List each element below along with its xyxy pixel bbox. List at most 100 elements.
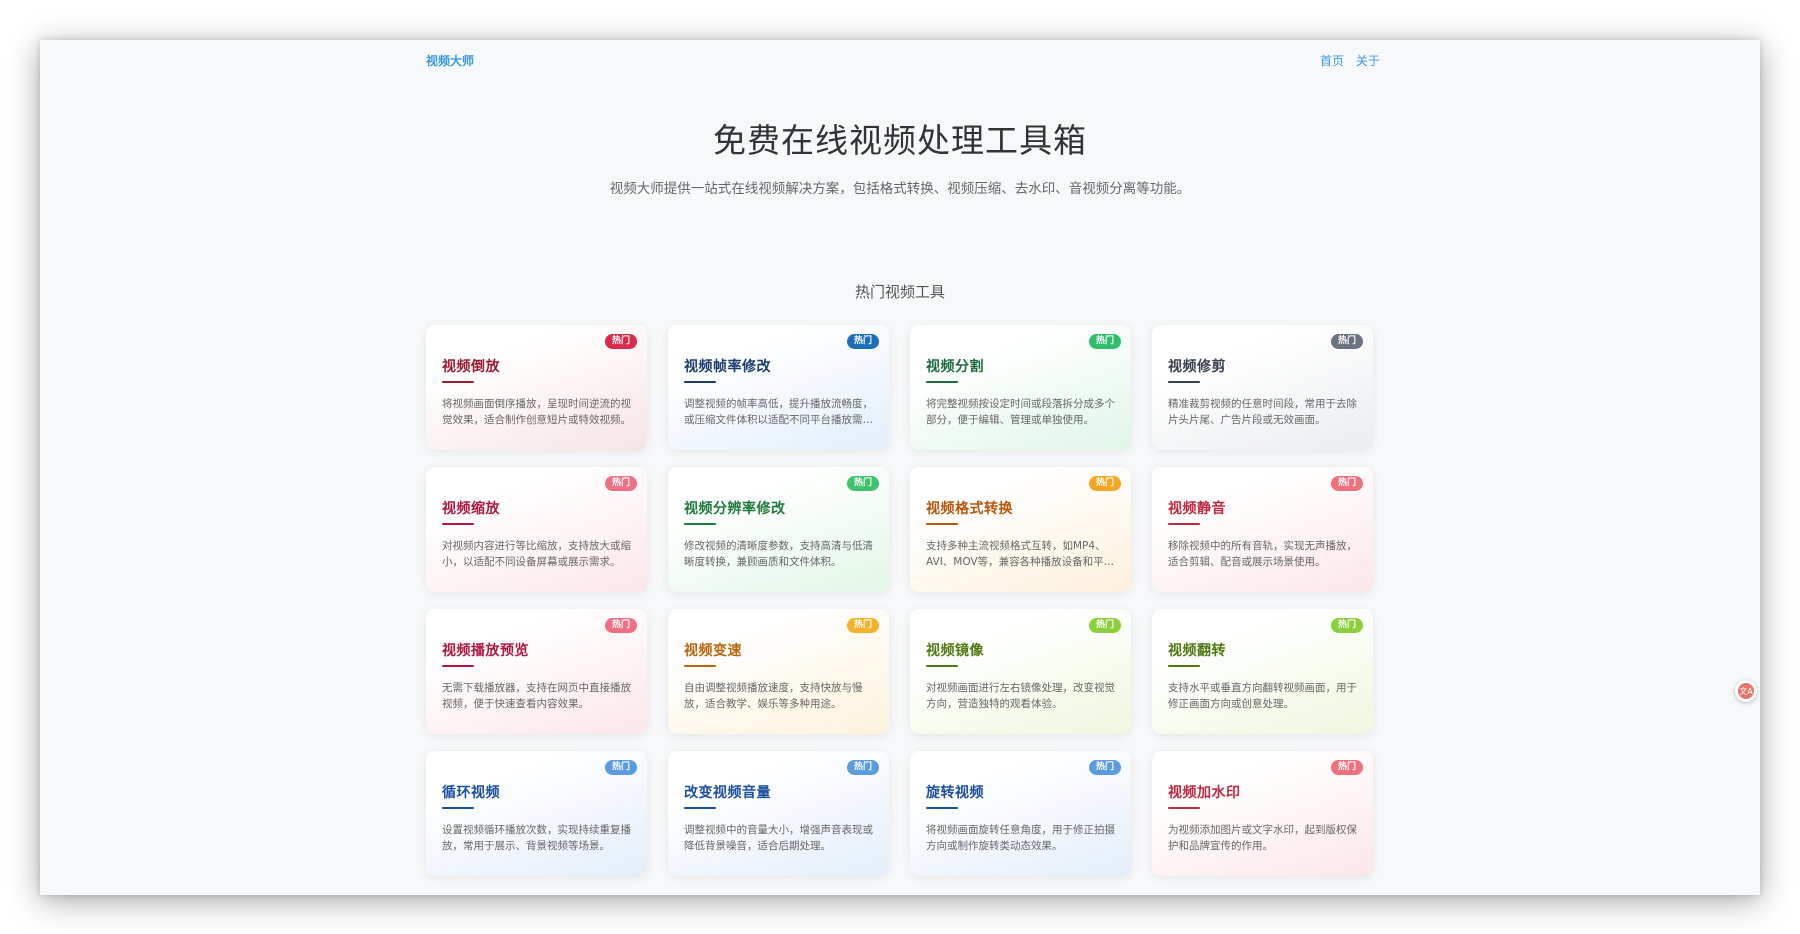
nav-links: 首页 关于 bbox=[1320, 52, 1388, 69]
tool-card-title: 视频翻转 bbox=[1168, 643, 1226, 659]
tool-card-title: 视频分割 bbox=[926, 359, 984, 375]
tool-card-body: 视频缩放对视频内容进行等比缩放，支持放大或缩小，以适配不同设备屏幕或展示需求。 bbox=[442, 498, 631, 570]
tool-card-description: 支持多种主流视频格式互转，如MP4、AVI、MOV等，兼容各种播放设备和平台。 bbox=[926, 540, 1106, 568]
tool-card[interactable]: 热门视频加水印为视频添加图片或文字水印，起到版权保护和品牌宣传的作用。 bbox=[1152, 751, 1373, 876]
title-underline bbox=[442, 665, 474, 667]
tool-card-description: 精准裁剪视频的任意时间段，常用于去除片头片尾、广告片段或无效画面。 bbox=[1168, 398, 1357, 426]
hot-badge: 热门 bbox=[1330, 760, 1363, 775]
tool-card[interactable]: 热门视频镜像对视频画面进行左右镜像处理，改变视觉方向，营造独特的观看体验。 bbox=[910, 609, 1131, 734]
hot-badge: 热门 bbox=[1330, 618, 1363, 633]
tool-card[interactable]: 热门视频变速自由调整视频播放速度，支持快放与慢放，适合教学、娱乐等多种用途。 bbox=[668, 609, 889, 734]
title-underline bbox=[1168, 807, 1200, 809]
tool-card-body: 循环视频设置视频循环播放次数，实现持续重复播放，常用于展示、背景视频等场景。 bbox=[442, 782, 631, 854]
tool-card-description: 无需下载播放器，支持在网页中直接播放视频，便于快速查看内容效果。 bbox=[442, 682, 631, 710]
page-subtitle: 视频大师提供一站式在线视频解决方案，包括格式转换、视频压缩、去水印、音视频分离等… bbox=[609, 181, 1191, 197]
tool-card-description: 将视频画面旋转任意角度，用于修正拍摄方向或制作旋转类动态效果。 bbox=[926, 824, 1115, 852]
tool-card[interactable]: 热门视频播放预览无需下载播放器，支持在网页中直接播放视频，便于快速查看内容效果。 bbox=[426, 609, 647, 734]
tool-card-body: 视频变速自由调整视频播放速度，支持快放与慢放，适合教学、娱乐等多种用途。 bbox=[684, 640, 873, 712]
hot-badge: 热门 bbox=[846, 618, 879, 633]
hot-badge: 热门 bbox=[1330, 334, 1363, 349]
hot-badge: 热门 bbox=[846, 476, 879, 491]
tool-card-title: 视频播放预览 bbox=[442, 643, 529, 659]
tool-card-title: 旋转视频 bbox=[926, 785, 984, 801]
tool-card-title: 视频缩放 bbox=[442, 501, 500, 517]
tool-card[interactable]: 热门视频分割将完整视频按设定时间或段落拆分成多个部分，便于编辑、管理或单独使用。 bbox=[910, 325, 1131, 450]
title-underline bbox=[1168, 381, 1200, 383]
tool-card-title: 视频静音 bbox=[1168, 501, 1226, 517]
tool-card-body: 旋转视频将视频画面旋转任意角度，用于修正拍摄方向或制作旋转类动态效果。 bbox=[926, 782, 1115, 854]
tool-card[interactable]: 热门视频翻转支持水平或垂直方向翻转视频画面，用于修正画面方向或创意处理。 bbox=[1152, 609, 1373, 734]
section-title: 热门视频工具 bbox=[854, 283, 945, 301]
tool-card-title: 视频变速 bbox=[684, 643, 742, 659]
tool-card[interactable]: 热门视频格式转换支持多种主流视频格式互转，如MP4、AVI、MOV等，兼容各种播… bbox=[910, 467, 1131, 592]
tool-card-description: 移除视频中的所有音轨，实现无声播放，适合剪辑、配音或展示场景使用。 bbox=[1168, 540, 1357, 568]
title-underline bbox=[926, 523, 958, 525]
tool-card[interactable]: 热门 视频倒放 将视频画面倒序播放，呈现时间逆流的视觉效果，适合制作创意短片或特效视… bbox=[426, 325, 647, 450]
title-underline bbox=[926, 381, 958, 383]
tool-card[interactable]: 热门循环视频设置视频循环播放次数，实现持续重复播放，常用于展示、背景视频等场景。 bbox=[426, 751, 647, 876]
hot-badge: 热门 bbox=[604, 618, 637, 633]
tool-card-description: 将视频画面倒序播放，呈现时间逆流的视觉效果，适合制作创意短片或特效视频。 bbox=[442, 398, 631, 426]
tool-card-description: 将完整视频按设定时间或段落拆分成多个部分，便于编辑、管理或单独使用。 bbox=[926, 398, 1115, 426]
tool-card-body: 视频镜像对视频画面进行左右镜像处理，改变视觉方向，营造独特的观看体验。 bbox=[926, 640, 1115, 712]
tool-card-title: 视频格式转换 bbox=[926, 501, 1013, 517]
tool-card-description: 对视频画面进行左右镜像处理，改变视觉方向，营造独特的观看体验。 bbox=[926, 682, 1115, 710]
title-underline bbox=[684, 523, 716, 525]
tool-card[interactable]: 热门旋转视频将视频画面旋转任意角度，用于修正拍摄方向或制作旋转类动态效果。 bbox=[910, 751, 1131, 876]
tool-card-title: 视频修剪 bbox=[1168, 359, 1226, 375]
tool-card[interactable]: 热门改变视频音量 调整视频中的音量大小，增强声音表现或降低背景噪音，适合后期处理。 bbox=[668, 751, 889, 876]
title-underline bbox=[684, 807, 716, 809]
tool-card[interactable]: 热门 视频静音 移除视频中的所有音轨，实现无声播放，适合剪辑、配音或展示场景使用。 bbox=[1152, 467, 1373, 592]
nav-link-about[interactable]: 关于 bbox=[1356, 54, 1380, 68]
title-underline bbox=[442, 381, 474, 383]
tool-card-description: 设置视频循环播放次数，实现持续重复播放，常用于展示、背景视频等场景。 bbox=[442, 824, 631, 852]
title-underline bbox=[1168, 523, 1200, 525]
tool-card-description: 为视频添加图片或文字水印，起到版权保护和品牌宣传的作用。 bbox=[1168, 824, 1357, 852]
title-underline bbox=[926, 807, 958, 809]
title-underline bbox=[442, 523, 474, 525]
tool-card-body: 视频格式转换支持多种主流视频格式互转，如MP4、AVI、MOV等，兼容各种播放设… bbox=[926, 498, 1115, 570]
tool-card[interactable]: 热门 视频帧率修改 调整视频的帧率高低，提升播放流畅度，或压缩文件体积以适配不同平台… bbox=[668, 325, 889, 450]
hot-badge: 热门 bbox=[1088, 334, 1121, 349]
tool-card-title: 循环视频 bbox=[442, 785, 500, 801]
tool-card-body: 视频分辨率修改修改视频的清晰度参数，支持高清与低清晰度转换，兼顾画质和文件体积。 bbox=[684, 498, 873, 570]
tool-card-description: 修改视频的清晰度参数，支持高清与低清晰度转换，兼顾画质和文件体积。 bbox=[684, 540, 873, 568]
tool-card[interactable]: 热门视频分辨率修改修改视频的清晰度参数，支持高清与低清晰度转换，兼顾画质和文件体… bbox=[668, 467, 889, 592]
title-underline bbox=[1168, 665, 1200, 667]
tool-card-description: 自由调整视频播放速度，支持快放与慢放，适合教学、娱乐等多种用途。 bbox=[684, 682, 863, 710]
title-underline bbox=[442, 807, 474, 809]
hot-badge: 热门 bbox=[1088, 476, 1121, 491]
tool-card-body: 视频静音移除视频中的所有音轨，实现无声播放，适合剪辑、配音或展示场景使用。 bbox=[1168, 498, 1357, 570]
hot-badge: 热门 bbox=[1088, 760, 1121, 775]
tool-card-description: 对视频内容进行等比缩放，支持放大或缩小，以适配不同设备屏幕或展示需求。 bbox=[442, 540, 631, 568]
browser-viewport: 视频大师 首页 关于 免费在线视频处理工具箱 视频大师提供一站式在线视频解决方案… bbox=[40, 40, 1760, 895]
tool-card-title: 视频镜像 bbox=[926, 643, 984, 659]
tool-card-body: 视频加水印为视频添加图片或文字水印，起到版权保护和品牌宣传的作用。 bbox=[1168, 782, 1357, 854]
translate-widget-button[interactable]: 文A bbox=[1735, 680, 1757, 702]
hot-badge: 热门 bbox=[846, 760, 879, 775]
page-title: 免费在线视频处理工具箱 bbox=[713, 121, 1087, 160]
title-underline bbox=[684, 381, 716, 383]
title-underline bbox=[926, 665, 958, 667]
hot-badge: 热门 bbox=[604, 334, 637, 349]
nav-link-home[interactable]: 首页 bbox=[1320, 54, 1344, 68]
tool-card-body: 视频分割将完整视频按设定时间或段落拆分成多个部分，便于编辑、管理或单独使用。 bbox=[926, 356, 1115, 428]
tool-card-description: 调整视频中的音量大小，增强声音表现或降低背景噪音，适合后期处理。 bbox=[684, 824, 873, 852]
tool-card[interactable]: 热门视频缩放对视频内容进行等比缩放，支持放大或缩小，以适配不同设备屏幕或展示需求… bbox=[426, 467, 647, 592]
hot-badge: 热门 bbox=[604, 476, 637, 491]
tool-card-title: 视频加水印 bbox=[1168, 785, 1241, 801]
hot-badge: 热门 bbox=[1088, 618, 1121, 633]
tool-card-title: 视频分辨率修改 bbox=[684, 501, 786, 517]
tool-card[interactable]: 热门视频修剪精准裁剪视频的任意时间段，常用于去除片头片尾、广告片段或无效画面。 bbox=[1152, 325, 1373, 450]
tool-card-body: 视频帧率修改调整视频的帧率高低，提升播放流畅度，或压缩文件体积以适配不同平台播放… bbox=[684, 356, 873, 428]
tool-card-description: 支持水平或垂直方向翻转视频画面，用于修正画面方向或创意处理。 bbox=[1168, 682, 1357, 710]
tool-card-description: 调整视频的帧率高低，提升播放流畅度，或压缩文件体积以适配不同平台播放需求。 bbox=[684, 398, 873, 426]
tool-card-grid: 热门 视频倒放 将视频画面倒序播放，呈现时间逆流的视觉效果，适合制作创意短片或特效视… bbox=[426, 325, 1376, 876]
title-underline bbox=[684, 665, 716, 667]
tool-card-title: 视频帧率修改 bbox=[684, 359, 771, 375]
tool-card-body: 视频播放预览无需下载播放器，支持在网页中直接播放视频，便于快速查看内容效果。 bbox=[442, 640, 631, 712]
translate-icon: 文A bbox=[1738, 683, 1754, 699]
tool-card-body: 改变视频音量 调整视频中的音量大小，增强声音表现或降低背景噪音，适合后期处理。 bbox=[684, 782, 873, 854]
hot-badge: 热门 bbox=[604, 760, 637, 775]
brand-logo-link[interactable]: 视频大师 bbox=[426, 52, 474, 69]
